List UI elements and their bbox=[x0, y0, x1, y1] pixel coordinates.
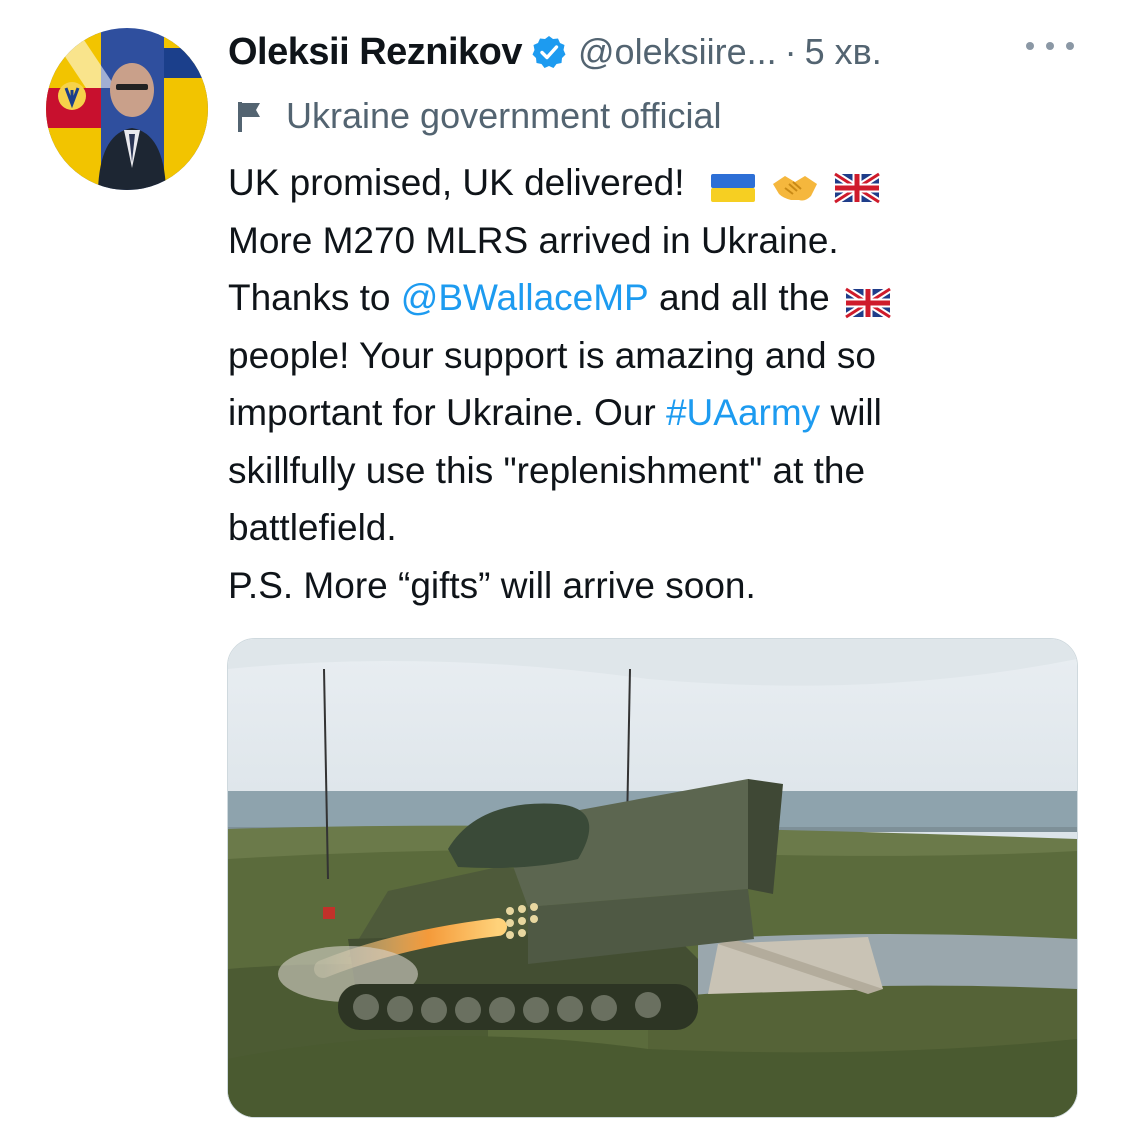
tweet-text-span: P.S. More “gifts” will arrive soon. bbox=[228, 564, 756, 606]
uk-flag-icon bbox=[843, 280, 892, 320]
tweet-header: Oleksii Reznikov @oleksiire... · 5 хв. bbox=[228, 24, 882, 80]
handshake-icon bbox=[771, 165, 819, 201]
tweet-text-span: UK promised, UK delivered! bbox=[228, 162, 695, 203]
tweet-text-span: Thanks to bbox=[228, 277, 401, 318]
tweet-text-line: Thanks to @BWallaceMP and all the bbox=[228, 269, 1078, 327]
author-avatar[interactable] bbox=[46, 28, 208, 190]
tweet-text-span: skillfully use this "replenishment" at t… bbox=[228, 449, 866, 491]
account-label[interactable]: Ukraine government official bbox=[232, 92, 722, 140]
tweet-text: UK promised, UK delivered! More M270 MLR… bbox=[228, 154, 1078, 614]
tweet-text-span: and all the bbox=[648, 277, 830, 318]
header-separator: · bbox=[784, 31, 797, 72]
tweet-text-span: people! Your support is amazing and so bbox=[228, 334, 876, 376]
tweet-text-line: battlefield. bbox=[228, 499, 1078, 557]
tweet-text-line: More M270 MLRS arrived in Ukraine. bbox=[228, 212, 1078, 270]
tweet-text-line: P.S. More “gifts” will arrive soon. bbox=[228, 557, 1078, 615]
mention-link[interactable]: @BWallaceMP bbox=[401, 269, 649, 327]
tweet-text-line: UK promised, UK delivered! bbox=[228, 154, 1078, 212]
uk-flag-icon bbox=[832, 165, 881, 205]
verified-badge-icon bbox=[532, 35, 566, 69]
tweet-text-span: battlefield. bbox=[228, 507, 397, 548]
flag-icon bbox=[232, 98, 268, 134]
more-dots-icon[interactable] bbox=[1026, 32, 1074, 60]
tweet-text-line: important for Ukraine. Our #UAarmy will bbox=[228, 384, 1078, 442]
tweet-text-span: More M270 MLRS arrived in Ukraine. bbox=[228, 219, 839, 261]
author-name[interactable]: Oleksii Reznikov bbox=[228, 31, 523, 74]
tweet-media-image[interactable] bbox=[227, 638, 1078, 1118]
hashtag-link[interactable]: #UAarmy bbox=[666, 384, 820, 442]
tweet-timestamp[interactable]: 5 хв. bbox=[805, 31, 882, 73]
account-label-text: Ukraine government official bbox=[286, 95, 722, 136]
tweet-text-span: will bbox=[820, 392, 882, 433]
tweet-text-span: important for Ukraine. Our bbox=[228, 392, 666, 433]
tweet-text-line: skillfully use this "replenishment" at t… bbox=[228, 442, 1078, 500]
tweet-text-line: people! Your support is amazing and so bbox=[228, 327, 1078, 385]
ukraine-flag-icon bbox=[709, 165, 757, 202]
author-handle[interactable]: @oleksiire... bbox=[578, 31, 777, 73]
